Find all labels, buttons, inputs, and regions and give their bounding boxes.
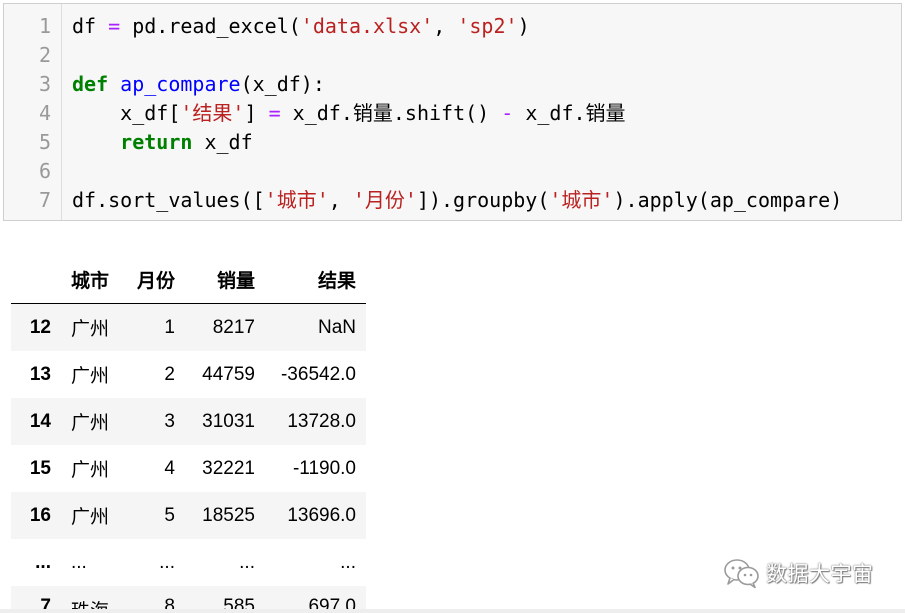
code-cell[interactable]: 1 2 3 4 5 6 7 df = pd.read_excel('data.x…: [3, 3, 902, 221]
cell-month: 2: [164, 363, 175, 385]
table-row-ellipsis: ... ... ... ... ...: [11, 539, 366, 586]
cell-result: ...: [340, 551, 356, 573]
cell-month: 1: [164, 316, 175, 338]
code-token: pd.read_excel(: [120, 14, 301, 38]
code-keyword: def: [72, 72, 109, 96]
code-string: '结果': [180, 101, 245, 125]
column-header-result: 结果: [265, 256, 366, 304]
code-token: x_df.销量.shift(): [280, 101, 502, 125]
line-number: 6: [38, 159, 51, 183]
column-header-city: 城市: [61, 256, 123, 304]
line-number: 3: [38, 72, 51, 96]
line-number: 1: [38, 14, 51, 38]
code-operator: =: [268, 101, 281, 125]
code-keyword: return: [120, 130, 193, 154]
cell-sales: 32221: [202, 457, 255, 479]
code-token: x_df[: [120, 101, 181, 125]
code-string: 'data.xlsx': [300, 14, 434, 38]
code-line-3: def ap_compare(x_df):: [72, 70, 325, 99]
code-string: 'sp2': [457, 14, 518, 38]
table-row: 15 广州 4 32221 -1190.0: [11, 445, 366, 492]
table-header-row: 城市 月份 销量 结果: [11, 256, 366, 304]
code-token: df: [72, 14, 109, 38]
line-number: 2: [38, 43, 51, 67]
cell-month: ...: [159, 551, 175, 573]
cell-city: 广州: [71, 366, 110, 387]
code-token: x_df.销量: [513, 101, 626, 125]
cell-city: 广州: [71, 413, 110, 434]
code-token: df.sort_values([: [72, 188, 265, 212]
code-token: ,: [328, 188, 353, 212]
line-number: 4: [38, 101, 51, 125]
cell-sales: 31031: [202, 410, 255, 432]
cell-result: 13696.0: [287, 504, 356, 526]
code-token: x_df: [192, 130, 253, 154]
code-line-7: df.sort_values(['城市', '月份']).groupby('城市…: [72, 186, 842, 215]
cell-month: 3: [164, 410, 175, 432]
index-header: [11, 256, 61, 304]
code-token: ): [517, 14, 530, 38]
watermark-text: 数据大宇宙: [766, 562, 874, 586]
code-string: '城市': [264, 188, 329, 212]
cell-city: 广州: [71, 460, 110, 481]
table-row: 13 广州 2 44759 -36542.0: [11, 351, 366, 398]
cell-result: -36542.0: [280, 363, 356, 385]
cell-sales: ...: [239, 551, 255, 573]
row-index: 16: [29, 504, 51, 526]
code-token: ]).groupby(: [416, 188, 550, 212]
table-row: 16 广州 5 18525 13696.0: [11, 492, 366, 539]
bottom-edge: [0, 609, 905, 613]
cell-sales: 18525: [202, 504, 255, 526]
cell-city: 广州: [71, 507, 110, 528]
code-string: '城市': [549, 188, 614, 212]
cell-sales: 8217: [212, 316, 255, 338]
table-row: 14 广州 3 31031 13728.0: [11, 398, 366, 445]
row-index: 14: [29, 410, 51, 432]
cell-result: -1190.0: [292, 457, 356, 479]
code-string: '月份': [352, 188, 417, 212]
code-line-1: df = pd.read_excel('data.xlsx', 'sp2'): [72, 12, 530, 41]
cell-city: ...: [71, 551, 87, 573]
column-header-sales: 销量: [185, 256, 265, 304]
code-token: ).apply(ap_compare): [613, 188, 843, 212]
line-number-gutter: 1 2 3 4 5 6 7: [4, 4, 62, 220]
cell-month: 5: [164, 504, 175, 526]
cell-sales: 44759: [202, 363, 255, 385]
cell-city: 广州: [71, 319, 110, 340]
row-index: ...: [35, 551, 51, 573]
dataframe-output: 城市 月份 销量 结果 12 广州 1 8217 NaN 13 广州 2 447…: [11, 256, 366, 613]
cell-result: NaN: [317, 316, 356, 338]
code-token: ,: [433, 14, 458, 38]
row-index: 15: [29, 457, 51, 479]
code-operator: =: [108, 14, 121, 38]
code-function-name: ap_compare: [120, 72, 241, 96]
code-token: ]: [244, 101, 269, 125]
cell-month: 4: [164, 457, 175, 479]
line-number: 7: [38, 188, 51, 212]
row-index: 13: [29, 363, 51, 385]
table-row: 12 广州 1 8217 NaN: [11, 303, 366, 351]
row-index: 12: [29, 316, 51, 338]
line-number: 5: [38, 130, 51, 154]
cell-result: 13728.0: [287, 410, 356, 432]
code-line-4: x_df['结果'] = x_df.销量.shift() - x_df.销量: [72, 99, 626, 128]
watermark: 数据大宇宙: [722, 556, 874, 590]
code-line-5: return x_df: [72, 128, 253, 157]
wechat-icon: [724, 559, 759, 589]
code-operator: -: [501, 101, 514, 125]
column-header-month: 月份: [123, 256, 185, 304]
code-token: (x_df):: [240, 72, 325, 96]
